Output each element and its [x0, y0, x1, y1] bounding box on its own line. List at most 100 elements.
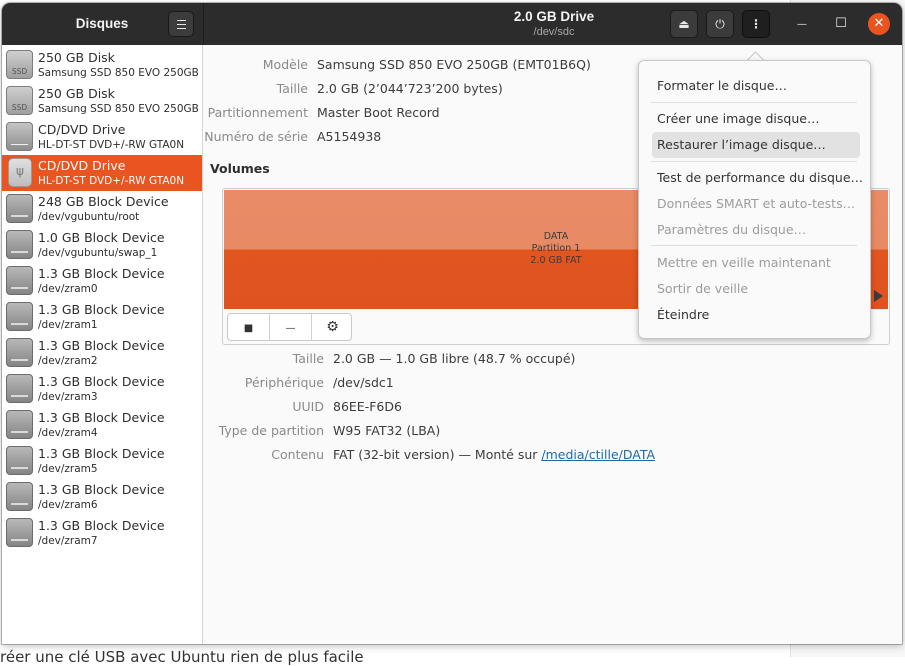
size-value: 2.0 GB (2’044’723’200 bytes): [317, 81, 503, 96]
block-device-icon: [6, 410, 33, 439]
device-list-item[interactable]: 1.3 GB Block Device/dev/zram1: [2, 299, 202, 335]
contents-label: Contenu: [271, 447, 324, 462]
device-name: 248 GB Block Device: [38, 194, 169, 209]
block-device-icon: [6, 302, 33, 331]
optical-drive-icon: [6, 122, 33, 151]
menu-item-format-disk[interactable]: Formater le disque…: [657, 78, 787, 93]
menu-item-smart-data: Données SMART et auto-tests…: [657, 196, 856, 211]
mount-point-link[interactable]: /media/ctille/DATA: [541, 447, 655, 462]
volumes-heading: Volumes: [210, 161, 270, 176]
delete-partition-button[interactable]: —: [270, 314, 311, 340]
contents-text: FAT (32-bit version) — Monté sur: [333, 447, 542, 462]
ssd-disk-icon: SSD: [6, 50, 33, 79]
contents-value: FAT (32-bit version) — Monté sur /media/…: [333, 447, 655, 462]
device-list-item[interactable]: 1.3 GB Block Device/dev/zram2: [2, 335, 202, 371]
partition-options-button[interactable]: ⚙: [312, 314, 353, 340]
menu-item-wake-up: Sortir de veille: [657, 281, 749, 296]
device-value: /dev/sdc1: [333, 375, 394, 390]
drive-title: 2.0 GB Drive: [513, 9, 595, 24]
menu-item-standby-now: Mettre en veille maintenant: [657, 255, 831, 270]
uuid-value: 86EE-F6D6: [333, 399, 402, 414]
device-list-item[interactable]: 1.0 GB Block Device/dev/vgubuntu/swap_1: [2, 227, 202, 263]
usb-drive-icon: ψ: [8, 158, 32, 187]
partitioning-value: Master Boot Record: [317, 105, 440, 120]
device-list-item[interactable]: 1.3 GB Block Device/dev/zram7: [2, 515, 202, 551]
device-subtitle: /dev/zram3: [38, 391, 98, 403]
menu-item-create-image[interactable]: Créer une image disque…: [657, 111, 819, 126]
partition-size-label: Taille: [292, 351, 324, 366]
device-name: 1.3 GB Block Device: [38, 446, 165, 461]
device-subtitle: /dev/zram6: [38, 499, 98, 511]
partition-type-value: W95 FAT32 (LBA): [333, 423, 441, 438]
partition-type-label: Type de partition: [218, 423, 324, 438]
close-button[interactable]: ✕: [868, 13, 890, 35]
headerbar: 2.0 GB Drive /dev/sdc ⏏ ⏻ ⋮ — ☐: [204, 3, 902, 45]
block-device-icon: [6, 518, 33, 547]
device-list-item[interactable]: ψ CD/DVD Drive HL-DT-ST DVD+/-RW GTA0N: [2, 155, 202, 191]
menu-item-benchmark[interactable]: Test de performance du disque…: [657, 170, 863, 185]
device-name: CD/DVD Drive: [38, 158, 126, 173]
minimize-icon: —: [797, 19, 807, 30]
disks-window: Disques 2.0 GB Drive /dev/sdc ⏏ ⏻ ⋮ — ☐ …: [2, 3, 902, 644]
block-device-icon: [6, 266, 33, 295]
more-vertical-icon: ⋮: [750, 17, 762, 31]
device-name: 1.3 GB Block Device: [38, 302, 165, 317]
menu-item-power-off[interactable]: Éteindre: [657, 307, 709, 322]
block-device-icon: [6, 374, 33, 403]
ssd-disk-icon: SSD: [6, 86, 33, 115]
serial-value: A5154938: [317, 129, 382, 144]
block-device-icon: [6, 482, 33, 511]
device-name: 1.3 GB Block Device: [38, 266, 165, 281]
device-name: CD/DVD Drive: [38, 122, 126, 137]
partition-size-value: 2.0 GB — 1.0 GB libre (48.7 % occupé): [333, 351, 576, 366]
model-label: Modèle: [262, 57, 308, 72]
device-name: 1.3 GB Block Device: [38, 338, 165, 353]
block-device-icon: [6, 338, 33, 367]
power-off-button[interactable]: ⏻: [706, 10, 734, 38]
device-name: 1.3 GB Block Device: [38, 518, 165, 533]
device-list-item[interactable]: CD/DVD Drive HL-DT-ST DVD+/-RW GTA0N: [2, 119, 202, 155]
device-name: 1.3 GB Block Device: [38, 374, 165, 389]
sidebar-headerbar: Disques: [2, 3, 204, 45]
device-list-item[interactable]: 1.3 GB Block Device/dev/zram4: [2, 407, 202, 443]
device-subtitle: /dev/zram5: [38, 463, 98, 475]
size-label: Taille: [276, 81, 308, 96]
device-label: Périphérique: [244, 375, 324, 390]
minimize-button[interactable]: —: [791, 13, 813, 35]
background-text: réer une clé USB avec Ubuntu rien de plu…: [0, 648, 364, 666]
unmount-button[interactable]: ■: [228, 314, 269, 340]
eject-button[interactable]: ⏏: [670, 10, 698, 38]
device-subtitle: HL-DT-ST DVD+/-RW GTA0N: [38, 175, 185, 187]
device-subtitle: /dev/vgubuntu/swap_1: [38, 247, 158, 259]
partitioning-label: Partitionnement: [207, 105, 308, 120]
device-list-item[interactable]: SSD 250 GB Disk Samsung SSD 850 EVO 250GB: [2, 47, 202, 83]
device-subtitle: Samsung SSD 850 EVO 250GB: [38, 103, 199, 115]
device-list-item[interactable]: 1.3 GB Block Device/dev/zram6: [2, 479, 202, 515]
minus-icon: —: [285, 323, 296, 334]
device-name: 250 GB Disk: [38, 50, 115, 65]
device-subtitle: /dev/vgubuntu/root: [38, 211, 140, 223]
scroll-right-arrow-icon[interactable]: [874, 290, 883, 302]
drive-subtitle: /dev/sdc: [533, 26, 575, 38]
device-subtitle: Samsung SSD 850 EVO 250GB: [38, 67, 199, 79]
device-subtitle: /dev/zram1: [38, 319, 98, 331]
eject-icon: ⏏: [678, 17, 690, 31]
device-list-item[interactable]: SSD 250 GB Disk Samsung SSD 850 EVO 250GB: [2, 83, 202, 119]
power-icon: ⏻: [715, 17, 725, 31]
menu-item-restore-image[interactable]: Restaurer l’image disque…: [657, 137, 826, 152]
device-list: SSD 250 GB Disk Samsung SSD 850 EVO 250GB S…: [2, 45, 203, 644]
drive-options-menu: Formater le disque… Créer une image disq…: [638, 60, 871, 339]
device-list-item[interactable]: 1.3 GB Block Device/dev/zram5: [2, 443, 202, 479]
hamburger-menu-button[interactable]: [168, 11, 194, 37]
device-subtitle: HL-DT-ST DVD+/-RW GTA0N: [38, 139, 185, 151]
serial-label: Numéro de série: [204, 129, 308, 144]
block-device-icon: [6, 446, 33, 475]
block-device-icon: [6, 230, 33, 259]
device-name: 250 GB Disk: [38, 86, 115, 101]
device-list-item[interactable]: 248 GB Block Device/dev/vgubuntu/root: [2, 191, 202, 227]
drive-options-button[interactable]: ⋮: [742, 10, 770, 38]
maximize-button[interactable]: ☐: [830, 13, 852, 35]
device-list-item[interactable]: 1.3 GB Block Device/dev/zram0: [2, 263, 202, 299]
device-list-item[interactable]: 1.3 GB Block Device/dev/zram3: [2, 371, 202, 407]
device-subtitle: /dev/zram4: [38, 427, 98, 439]
